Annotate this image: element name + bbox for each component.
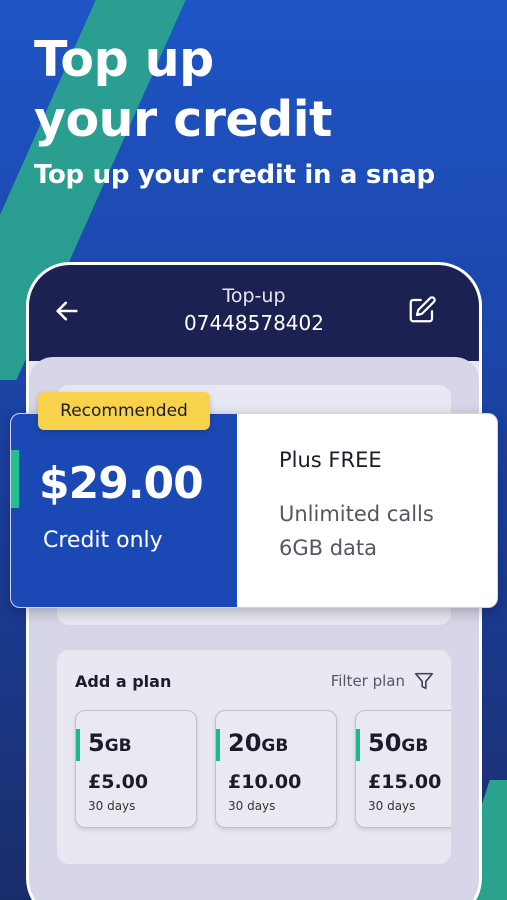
offer-benefit-data: 6GB data bbox=[279, 536, 378, 560]
plan-price: £5.00 bbox=[88, 771, 149, 793]
edit-icon[interactable] bbox=[407, 295, 437, 325]
add-plan-heading: Add a plan bbox=[75, 672, 172, 691]
plan-price: £15.00 bbox=[368, 771, 442, 793]
plan-size: 50GB bbox=[368, 729, 429, 757]
plan-size: 20GB bbox=[228, 729, 289, 757]
filter-plan-label: Filter plan bbox=[330, 672, 405, 690]
plan-duration: 30 days bbox=[88, 799, 136, 813]
plan-cards-list: 5GB £5.00 30 days 20GB £10.00 30 days 50… bbox=[75, 710, 451, 828]
offer-price-panel: $29.00 Credit only bbox=[11, 414, 237, 607]
filter-icon bbox=[414, 672, 434, 690]
add-plan-section: Add a plan Filter plan 5GB £5.00 30 days… bbox=[57, 650, 451, 864]
recommended-offer-card[interactable]: $29.00 Credit only Plus FREE Unlimited c… bbox=[10, 413, 498, 608]
topup-header: Top-up 07448578402 bbox=[29, 265, 479, 361]
offer-plus-free: Plus FREE bbox=[279, 448, 382, 472]
offer-accent-bar bbox=[11, 450, 19, 508]
plan-duration: 30 days bbox=[368, 799, 416, 813]
hero-title: Top up your credit bbox=[34, 31, 332, 148]
plan-card[interactable]: 5GB £5.00 30 days bbox=[75, 710, 197, 828]
plan-card-accent bbox=[216, 729, 220, 761]
offer-benefit-calls: Unlimited calls bbox=[279, 502, 434, 526]
filter-plan-button[interactable]: Filter plan bbox=[331, 670, 435, 692]
plan-card-accent bbox=[76, 729, 80, 761]
plan-duration: 30 days bbox=[228, 799, 276, 813]
plan-size: 5GB bbox=[88, 729, 132, 757]
plan-card[interactable]: 50GB £15.00 30 days bbox=[355, 710, 451, 828]
hero-subtitle: Top up your credit in a snap bbox=[34, 160, 435, 190]
offer-label: Credit only bbox=[43, 528, 163, 553]
plan-card[interactable]: 20GB £10.00 30 days bbox=[215, 710, 337, 828]
plan-card-accent bbox=[356, 729, 360, 761]
plan-price: £10.00 bbox=[228, 771, 302, 793]
recommended-badge: Recommended bbox=[38, 392, 210, 430]
offer-price: $29.00 bbox=[39, 458, 204, 509]
